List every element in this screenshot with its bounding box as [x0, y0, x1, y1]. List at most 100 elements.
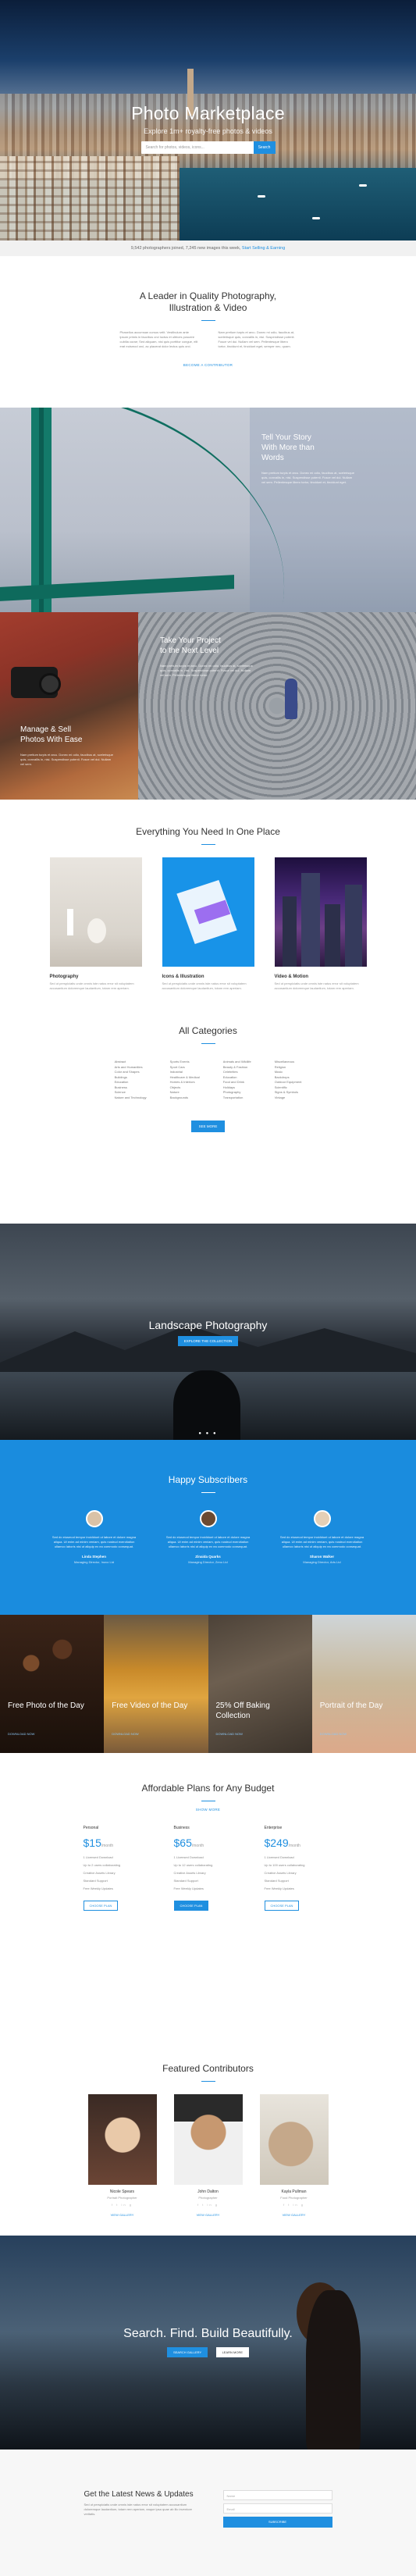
category-link[interactable]: Animals and Wildlife	[223, 1060, 251, 1065]
plan-feature: Standard Support	[264, 1879, 289, 1883]
contributor-card: John Dalton Photographer f t in g VIEW G…	[173, 2094, 243, 2217]
plan-name: Enterprise	[264, 1826, 283, 1830]
testimonial-role: Managing Director, Zeno Ltd	[188, 1560, 228, 1564]
view-gallery-link[interactable]: VIEW GALLERY	[260, 2213, 329, 2217]
divider	[201, 1043, 215, 1044]
download-link[interactable]: DOWNLOAD NOW	[112, 1732, 138, 1736]
divider	[201, 2081, 215, 2082]
category-link[interactable]: Outdoor Equipment	[275, 1080, 302, 1085]
category-link[interactable]: Backgrounds	[170, 1096, 200, 1101]
avatar	[85, 1510, 103, 1527]
category-link[interactable]: Nature and Technology	[115, 1096, 147, 1101]
plan-feature: Up to 12 users collaborating	[173, 1863, 213, 1867]
project-title-2: to the Next Level	[160, 647, 219, 655]
everything-section: Everything You Need In One Place Photogr…	[0, 800, 416, 1025]
choose-plan-button[interactable]: CHOOSE PLAN	[264, 1901, 300, 1911]
card-description: Sed ut perspiciatis unde omnis iste natu…	[274, 982, 359, 990]
tile-title: Free Video of the Day	[112, 1701, 188, 1710]
search-cta-section: Search. Find. Build Beautifully. SEARCH …	[0, 2236, 416, 2450]
plan-feature: 1 Licensed Download	[83, 1855, 113, 1859]
download-link[interactable]: DOWNLOAD NOW	[216, 1732, 243, 1736]
category-link[interactable]: Vintage	[275, 1096, 302, 1101]
contributor-role: Photographer	[198, 2196, 218, 2200]
avatar	[199, 1510, 217, 1527]
feature-card-photography[interactable]: Photography Sed ut perspiciatis unde omn…	[49, 857, 142, 991]
bridge-title-3: Words	[261, 454, 284, 462]
split-section: Manage & Sell Photos With Ease Nam preti…	[0, 612, 416, 800]
leader-paragraph-2: Nam pretium turpis et arcu. Donec mi odi…	[218, 330, 295, 348]
bridge-title-1: Tell Your Story	[261, 433, 311, 442]
feature-card-video[interactable]: Video & Motion Sed ut perspiciatis unde …	[274, 857, 367, 991]
baking-offer-tile[interactable]: 25% Off Baking Collection DOWNLOAD NOW	[208, 1615, 312, 1753]
category-column: Animals and Wildlife Beauty & Fashion Ce…	[223, 1060, 251, 1100]
contributor-name: Nicole Spears	[109, 2189, 135, 2194]
start-selling-link[interactable]: Start Selling & Earning	[242, 246, 285, 251]
search-gallery-button[interactable]: SEARCH GALLERY	[166, 2347, 208, 2357]
boat	[359, 184, 367, 187]
email-field[interactable]: Email	[222, 2503, 332, 2514]
contributor-card: Kayla Pullman Food Photographer f t in g…	[259, 2094, 329, 2217]
testimonial: Sed do eiusmod tempor incididunt ut labo…	[279, 1510, 365, 1564]
testimonial-role: Managing Director, Arts Ltd	[303, 1560, 341, 1564]
choose-plan-button[interactable]: CHOOSE PLAN	[83, 1901, 119, 1911]
stats-text: 9,542 photographers joined, 7,245 new im…	[130, 246, 241, 251]
testimonial-quote: Sed do eiusmod tempor incididunt ut labo…	[52, 1535, 137, 1548]
person-image	[285, 679, 297, 719]
project-paragraph: Nam pretium turpis et arcu. Donec mi odi…	[160, 664, 253, 677]
show-more-link[interactable]: SHOW MORE	[0, 1808, 416, 1812]
plan-feature: Standard Support	[173, 1879, 198, 1883]
portrait-tile[interactable]: Portrait of the Day DOWNLOAD NOW	[311, 1615, 416, 1753]
subscribe-button[interactable]: SUBSCRIBE	[222, 2517, 332, 2528]
download-link[interactable]: DOWNLOAD NOW	[8, 1732, 34, 1736]
see-more-button[interactable]: SEE MORE	[190, 1121, 226, 1132]
plan-price-value: $65	[173, 1837, 192, 1849]
pricing-title: Affordable Plans for Any Budget	[141, 1783, 275, 1794]
manage-title-2: Photos With Ease	[20, 736, 83, 744]
contributor-role: Food Photographer	[280, 2196, 308, 2200]
search-input[interactable]: Search for photos, videos, icons...	[140, 141, 254, 154]
plan-business: Business $65/month 1 Licensed Download U…	[173, 1826, 243, 1911]
name-field[interactable]: Name	[222, 2490, 332, 2500]
plan-period: /month	[191, 1844, 204, 1848]
social-icons[interactable]: f t in g	[174, 2203, 243, 2207]
plan-period: /month	[101, 1844, 114, 1848]
testimonial-name: Linda Stephen	[81, 1555, 106, 1559]
category-link[interactable]: Transportation	[223, 1096, 251, 1101]
bridge-text-block: Tell Your Story With More than Words Nam…	[261, 433, 355, 485]
illustration-image	[162, 857, 254, 967]
testimonial-quote: Sed do eiusmod tempor incididunt ut labo…	[279, 1535, 364, 1548]
newsletter-text: Sed ut perspiciatis unde omnis iste natu…	[84, 2503, 193, 2516]
testimonial: Sed do eiusmod tempor incididunt ut labo…	[165, 1510, 251, 1564]
candle	[66, 909, 73, 935]
category-link[interactable]: Signs & Symbols	[275, 1090, 302, 1096]
landscape-title: Landscape Photography	[148, 1319, 268, 1331]
free-photo-tile[interactable]: Free Photo of the Day DOWNLOAD NOW	[0, 1615, 105, 1753]
become-contributor-link[interactable]: BECOME A CONTRIBUTOR	[0, 363, 416, 367]
social-icons[interactable]: f t in g	[88, 2203, 157, 2207]
search-button[interactable]: Search	[253, 141, 276, 154]
card-title: Icons & Illustration	[162, 974, 204, 979]
tile-title: Portrait of the Day	[319, 1701, 383, 1710]
tile-title-1: 25% Off Baking	[215, 1701, 270, 1710]
download-link[interactable]: DOWNLOAD NOW	[320, 1732, 347, 1736]
view-gallery-link[interactable]: VIEW GALLERY	[88, 2213, 157, 2217]
building	[300, 873, 320, 967]
plan-feature: Free Weekly Updates	[264, 1887, 294, 1890]
contributor-card: Nicole Spears Portrait Photographer f t …	[87, 2094, 157, 2217]
hero-section: Photo Marketplace Explore 1m+ royalty-fr…	[0, 0, 416, 240]
social-icons[interactable]: f t in g	[260, 2203, 329, 2207]
pricing-section: Affordable Plans for Any Budget SHOW MOR…	[0, 1753, 416, 2036]
person-silhouette	[173, 1370, 240, 1440]
bridge-title-2: With More than	[261, 444, 315, 452]
manage-sell-text: Manage & Sell Photos With Ease Nam preti…	[20, 725, 114, 767]
hero-water	[180, 168, 416, 240]
choose-plan-button[interactable]: CHOOSE PLAN	[173, 1901, 209, 1911]
explore-collection-button[interactable]: EXPLORE THE COLLECTION	[177, 1336, 239, 1346]
free-video-tile[interactable]: Free Video of the Day DOWNLOAD NOW	[104, 1615, 208, 1753]
learn-more-button[interactable]: LEARN MORE	[215, 2347, 250, 2357]
feature-card-illustration[interactable]: Icons & Illustration Sed ut perspiciatis…	[162, 857, 254, 991]
view-gallery-link[interactable]: VIEW GALLERY	[174, 2213, 243, 2217]
plan-feature: Free Weekly Updates	[83, 1887, 113, 1890]
slider-dots[interactable]: ● ● ●	[0, 1431, 416, 1436]
contributor-photo	[259, 2094, 329, 2185]
